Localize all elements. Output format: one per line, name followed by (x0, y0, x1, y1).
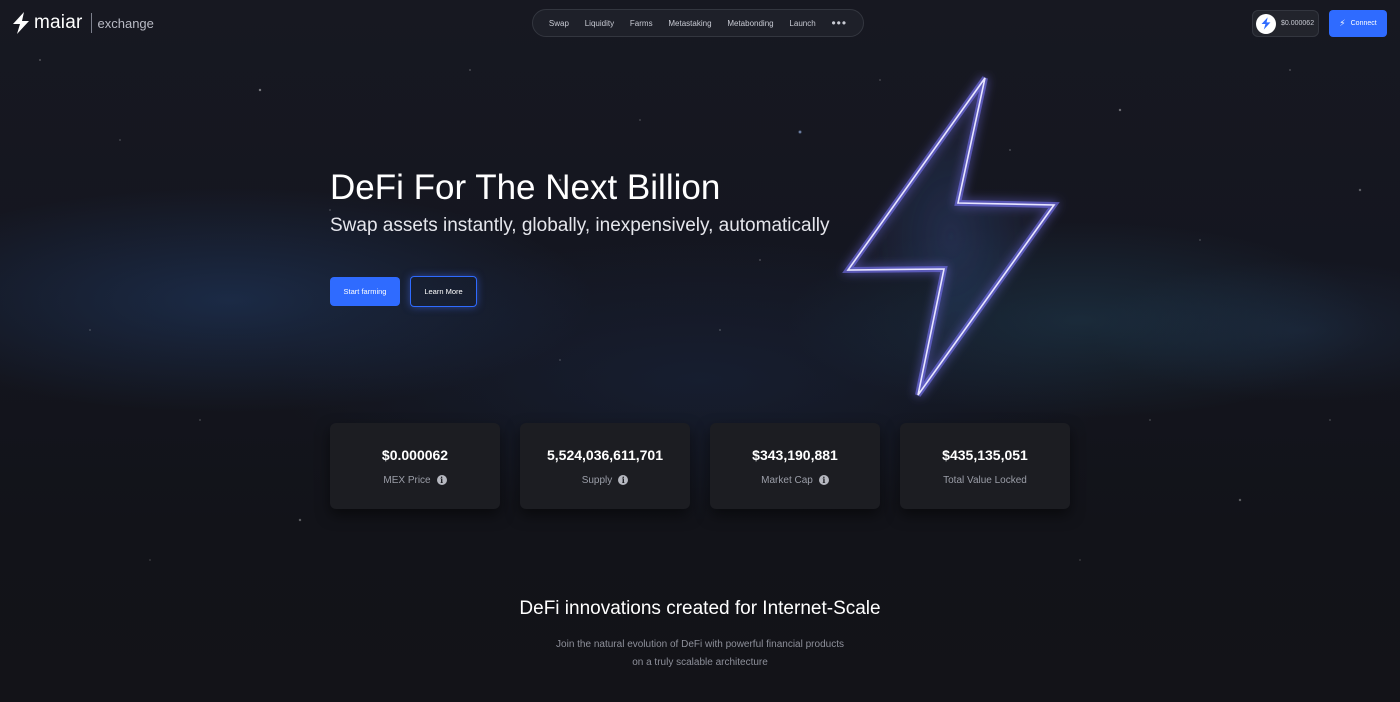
stat-card-tvl: $435,135,051 Total Value Locked (900, 423, 1070, 509)
stat-value: $435,135,051 (942, 446, 1028, 463)
stat-label: Market Cap (761, 474, 813, 486)
logo[interactable]: maiar exchange (12, 12, 154, 34)
mex-price-text: $0.000062 (1281, 20, 1315, 27)
lightning-logo-icon (13, 12, 29, 34)
connect-button[interactable]: ⚡︎ Connect (1329, 10, 1387, 37)
nav-liquidity[interactable]: Liquidity (585, 19, 614, 28)
logo-divider (90, 13, 92, 33)
stat-label-row: Supply i (582, 475, 629, 486)
logo-text: maiar (34, 12, 83, 33)
section-desc-line-2: on a truly scalable architecture (632, 657, 768, 668)
learn-more-button[interactable]: Learn More (410, 276, 477, 307)
main-nav: Swap Liquidity Farms Metastaking Metabon… (532, 9, 864, 37)
nav-swap[interactable]: Swap (549, 19, 569, 28)
info-icon[interactable]: i (818, 475, 829, 485)
section-title: DeFi innovations created for Internet-Sc… (519, 598, 881, 619)
stat-label: Total Value Locked (943, 474, 1027, 486)
connect-label: Connect (1350, 20, 1377, 27)
stat-label: MEX Price (383, 474, 431, 486)
nav-metastaking[interactable]: Metastaking (668, 19, 711, 28)
stat-label-row: Total Value Locked (943, 475, 1027, 486)
hero-title: DeFi For The Next Billion (330, 168, 721, 207)
section-desc-line-1: Join the natural evolution of DeFi with … (556, 639, 844, 650)
lightning-bolt-illustration (842, 76, 1060, 397)
section-description: Join the natural evolution of DeFi with … (0, 636, 1400, 672)
stat-value: 5,524,036,611,701 (546, 446, 663, 463)
nav-launch[interactable]: Launch (789, 19, 815, 28)
top-header: maiar exchange Swap Liquidity Farms Meta… (0, 0, 1400, 48)
starfield-background (0, 0, 1400, 702)
stat-card-mex-price: $0.000062 MEX Price i (330, 423, 500, 509)
mex-token-icon (1256, 13, 1276, 34)
nav-farms[interactable]: Farms (630, 19, 653, 28)
stat-label-row: MEX Price i (383, 474, 447, 486)
lightning-icon: ⚡︎ (1339, 18, 1346, 28)
stat-label: Supply (581, 474, 613, 486)
stat-value: $343,190,881 (752, 446, 838, 463)
logo-subtitle: exchange (97, 15, 154, 31)
stat-card-market-cap: $343,190,881 Market Cap i (710, 423, 880, 509)
hero-subtitle: Swap assets instantly, globally, inexpen… (330, 215, 830, 236)
nav-metabonding[interactable]: Metabonding (727, 19, 773, 28)
stat-card-supply: 5,524,036,611,701 Supply i (520, 423, 690, 509)
mex-price-pill[interactable]: $0.000062 (1252, 10, 1319, 37)
more-menu-icon[interactable]: ••• (831, 17, 847, 29)
stat-value: $0.000062 (381, 446, 449, 463)
stat-label-row: Market Cap i (761, 475, 829, 486)
start-farming-button[interactable]: Start farming (330, 277, 400, 306)
info-icon[interactable]: i (436, 475, 447, 485)
info-icon[interactable]: i (618, 475, 629, 485)
stats-row: $0.000062 MEX Price i 5,524,036,611,701 … (330, 423, 1070, 509)
